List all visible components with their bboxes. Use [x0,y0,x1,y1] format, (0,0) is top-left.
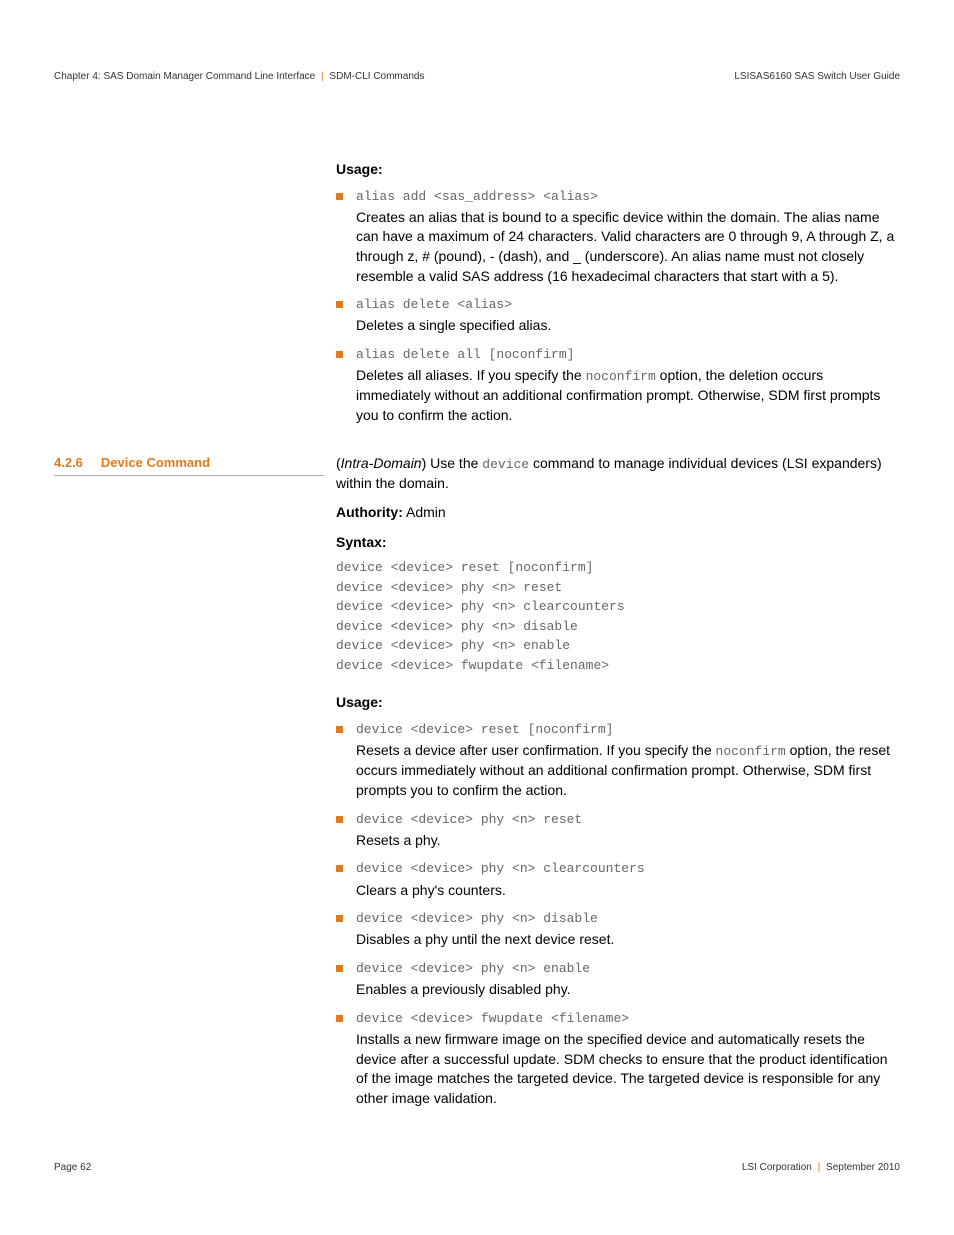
description-text: Resets a device after user confirmation.… [356,741,900,800]
text-fragment: ) Use the [422,455,483,471]
text-fragment: Resets a device after user confirmation.… [356,742,716,758]
header-left: Chapter 4: SAS Domain Manager Command Li… [54,70,424,84]
header-section: SDM-CLI Commands [329,71,424,82]
list-item: device <device> phy <n> enable Enables a… [336,960,900,1000]
usage-list-2: device <device> reset [noconfirm] Resets… [336,721,900,1108]
usage-list-1: alias add <sas_address> <alias> Creates … [336,188,900,426]
page-content: Usage: alias add <sas_address> <alias> C… [54,160,900,1118]
footer-company: LSI Corporation [742,1162,812,1173]
inline-code: noconfirm [586,369,656,384]
list-item: device <device> phy <n> disable Disables… [336,910,900,950]
code-line: device <device> phy <n> enable [356,960,900,978]
description-text: Clears a phy's counters. [356,881,900,901]
list-item: device <device> fwupdate <filename> Inst… [336,1010,900,1109]
page-footer: Page 62 LSI Corporation | September 2010 [54,1161,900,1175]
description-text: Creates an alias that is bound to a spec… [356,208,900,286]
code-line: device <device> phy <n> clearcounters [356,860,900,878]
footer-date: September 2010 [826,1162,900,1173]
code-line: alias delete <alias> [356,296,900,314]
usage-heading: Usage: [336,693,900,713]
code-line: alias delete all [noconfirm] [356,346,900,364]
section-number: 4.2.6 [54,454,83,472]
italic-text: Intra-Domain [341,455,422,471]
authority-label: Authority: [336,504,403,520]
description-text: Enables a previously disabled phy. [356,980,900,1000]
list-item: device <device> phy <n> clearcounters Cl… [336,860,900,900]
inline-code: noconfirm [716,744,786,759]
inline-code: device [482,457,529,472]
code-line: device <device> reset [noconfirm] [356,721,900,739]
code-line: device <device> phy <n> disable [356,910,900,928]
section-intro: (Intra-Domain) Use the device command to… [336,454,900,494]
description-text: Deletes all aliases. If you specify the … [356,366,900,425]
section-title: Device Command [101,454,210,472]
code-line: device <device> phy <n> reset [356,811,900,829]
page-header: Chapter 4: SAS Domain Manager Command Li… [54,70,900,84]
header-chapter: Chapter 4: SAS Domain Manager Command Li… [54,71,315,82]
list-item: alias delete <alias> Deletes a single sp… [336,296,900,336]
description-text: Disables a phy until the next device res… [356,930,900,950]
authority-value: Admin [403,504,446,520]
footer-divider-icon: | [818,1162,821,1173]
syntax-label: Syntax: [336,533,900,553]
text-fragment: Deletes all aliases. If you specify the [356,367,586,383]
footer-page: Page 62 [54,1161,91,1175]
authority-line: Authority: Admin [336,503,900,523]
description-text: Installs a new firmware image on the spe… [356,1030,900,1108]
syntax-block: device <device> reset [noconfirm] device… [336,558,900,675]
list-item: alias add <sas_address> <alias> Creates … [336,188,900,287]
section-heading[interactable]: 4.2.6 Device Command [54,454,324,476]
code-line: device <device> fwupdate <filename> [356,1010,900,1028]
footer-right: LSI Corporation | September 2010 [742,1161,900,1175]
list-item: device <device> phy <n> reset Resets a p… [336,811,900,851]
list-item: device <device> reset [noconfirm] Resets… [336,721,900,801]
header-right: LSISAS6160 SAS Switch User Guide [734,70,900,84]
header-divider-icon: | [321,71,324,82]
description-text: Deletes a single specified alias. [356,316,900,336]
code-line: alias add <sas_address> <alias> [356,188,900,206]
list-item: alias delete all [noconfirm] Deletes all… [336,346,900,426]
usage-heading: Usage: [336,160,900,180]
description-text: Resets a phy. [356,831,900,851]
